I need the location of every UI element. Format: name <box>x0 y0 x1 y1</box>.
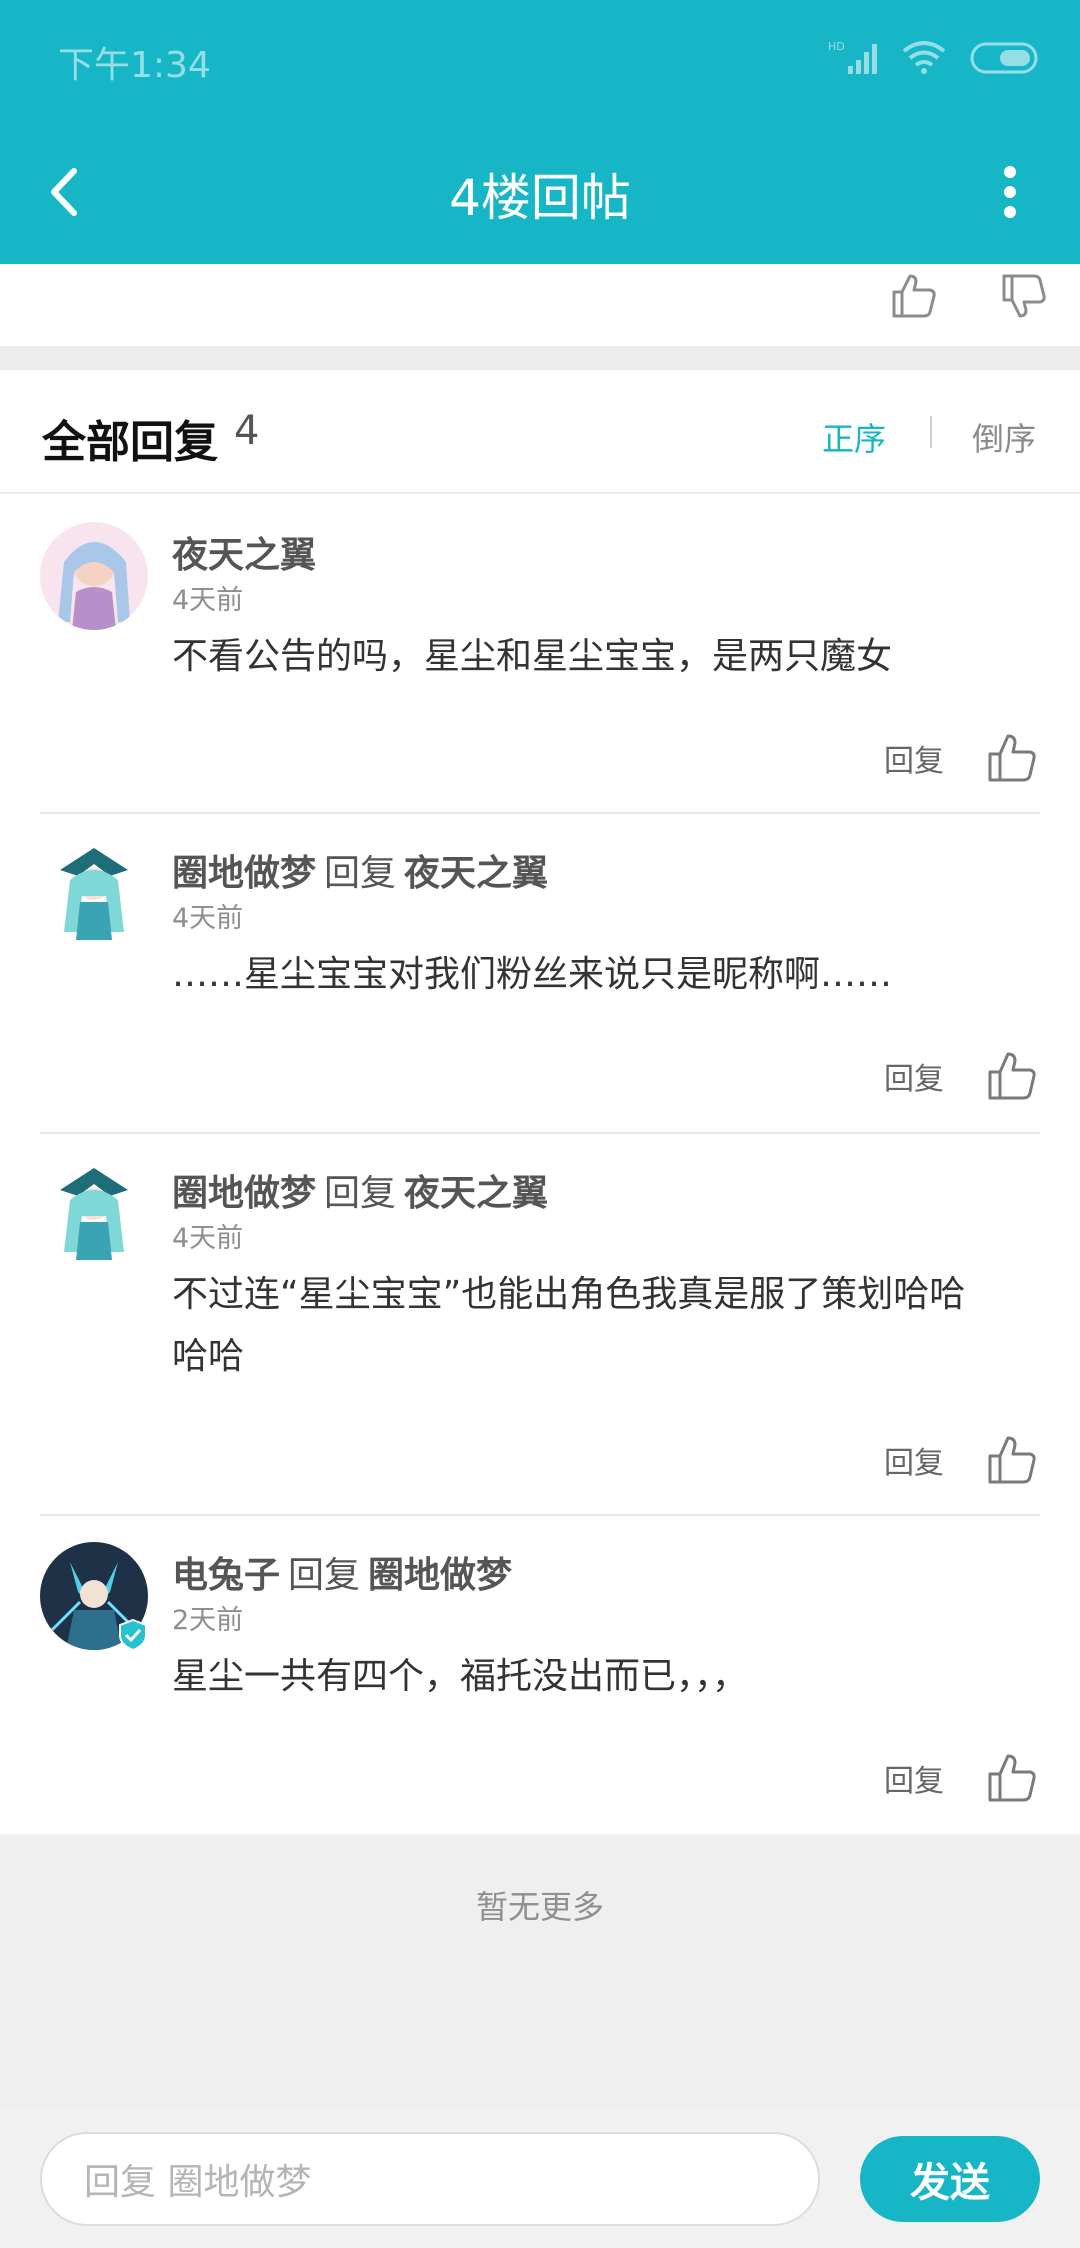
reply-item: 圈地做梦 回复 夜天之翼 4天前 不过连“星尘宝宝”也能出角色我真是服了策划哈哈 哈… <box>0 1134 1080 1516</box>
reply-author-line: 电兔子 回复 圈地做梦 <box>172 1546 512 1598</box>
reply-content-line: 哈哈 <box>172 1336 245 1377</box>
reply-button[interactable]: 回复 <box>884 1054 944 1098</box>
wifi-icon <box>902 41 946 74</box>
reply-button[interactable]: 回复 <box>884 1756 944 1800</box>
avatar[interactable] <box>40 522 148 630</box>
reply-content: 不过连“星尘宝宝”也能出角色我真是服了策划哈哈 哈哈 <box>172 1264 1032 1388</box>
avatar[interactable] <box>40 1160 148 1268</box>
reply-time: 4天前 <box>172 903 244 934</box>
thumbs-up-icon[interactable] <box>984 1750 1040 1806</box>
avatar-image <box>40 522 148 630</box>
thumbs-down-icon[interactable] <box>998 270 1050 322</box>
sort-descending-button[interactable]: 倒序 <box>972 414 1036 460</box>
no-more-text: 暂无更多 <box>475 1888 604 1926</box>
reply-content-line: 不过连“星尘宝宝”也能出角色我真是服了策划哈哈 <box>172 1274 966 1315</box>
floor-reaction-bar <box>0 264 1080 346</box>
replies-header: 全部回复 4 正序 倒序 <box>0 370 1080 494</box>
reply-content-line: 星尘一共有四个，福托没出而已，，， <box>172 1656 749 1697</box>
reply-author-line: 夜天之翼 <box>172 526 316 578</box>
reply-author-line: 圈地做梦 回复 夜天之翼 <box>172 844 548 896</box>
reply-content: 不看公告的吗，星尘和星尘宝宝，是两只魔女 <box>172 626 1032 688</box>
screen: 下午1:34 HD 4楼回帖 全部回复 4 正序 倒序 夜天之翼 4天前 不看公… <box>0 0 1080 2248</box>
reply-word: 回复 <box>288 1555 361 1596</box>
author-name[interactable]: 夜天之翼 <box>172 535 316 576</box>
author-name[interactable]: 电兔子 <box>172 1555 280 1596</box>
reply-item: 电兔子 回复 圈地做梦 2天前 星尘一共有四个，福托没出而已，，， 回复 <box>0 1516 1080 1834</box>
thumbs-up-icon[interactable] <box>984 1432 1040 1488</box>
reply-content: ……星尘宝宝对我们粉丝来说只是昵称啊…… <box>172 944 1032 1006</box>
avatar-image <box>40 840 148 948</box>
reply-item: 夜天之翼 4天前 不看公告的吗，星尘和星尘宝宝，是两只魔女 回复 <box>0 496 1080 814</box>
verified-badge-icon <box>119 1618 147 1652</box>
signal-icon: HD <box>828 40 877 74</box>
status-bar: 下午1:34 HD <box>0 0 1080 120</box>
no-more-section: 暂无更多 <box>0 1834 1080 2110</box>
battery-icon <box>970 42 1038 74</box>
section-gap <box>0 346 1080 370</box>
reply-author-line: 圈地做梦 回复 夜天之翼 <box>172 1164 548 1216</box>
hd-label: HD <box>828 40 845 53</box>
more-options-button[interactable] <box>980 156 1040 228</box>
reply-target-name[interactable]: 夜天之翼 <box>404 853 548 894</box>
thumbs-up-icon[interactable] <box>984 1048 1040 1104</box>
reply-button[interactable]: 回复 <box>884 736 944 780</box>
reply-time: 2天前 <box>172 1605 244 1636</box>
sort-ascending-button[interactable]: 正序 <box>822 414 886 460</box>
reply-word: 回复 <box>324 853 397 894</box>
thumbs-up-icon[interactable] <box>984 730 1040 786</box>
status-icons: HD <box>828 38 1040 78</box>
send-button[interactable]: 发送 <box>860 2136 1040 2222</box>
thumbs-up-icon[interactable] <box>888 270 940 322</box>
replies-title: 全部回复 <box>42 417 218 468</box>
more-vertical-icon <box>1004 166 1016 218</box>
author-name[interactable]: 圈地做梦 <box>172 853 316 894</box>
title-bar: 4楼回帖 <box>0 120 1080 264</box>
reply-input[interactable]: 回复 圈地做梦 <box>40 2132 820 2226</box>
reply-word: 回复 <box>324 1173 397 1214</box>
avatar[interactable] <box>40 840 148 948</box>
reply-button[interactable]: 回复 <box>884 1438 944 1482</box>
app-header: 下午1:34 HD 4楼回帖 <box>0 0 1080 264</box>
reply-time: 4天前 <box>172 585 244 616</box>
reply-target-name[interactable]: 夜天之翼 <box>404 1173 548 1214</box>
page-title: 4楼回帖 <box>449 169 631 227</box>
reply-content-line: 不看公告的吗，星尘和星尘宝宝，是两只魔女 <box>172 636 893 677</box>
reply-target-name[interactable]: 圈地做梦 <box>368 1555 512 1596</box>
avatar-image <box>40 1160 148 1268</box>
reply-item: 圈地做梦 回复 夜天之翼 4天前 ……星尘宝宝对我们粉丝来说只是昵称啊…… 回复 <box>0 814 1080 1134</box>
replies-count: 4 <box>234 408 260 454</box>
sort-divider <box>930 416 932 448</box>
reply-content-line: ……星尘宝宝对我们粉丝来说只是昵称啊…… <box>172 954 893 995</box>
reply-time: 4天前 <box>172 1223 244 1254</box>
reply-input-bar: 回复 圈地做梦 发送 <box>0 2110 1080 2248</box>
author-name[interactable]: 圈地做梦 <box>172 1173 316 1214</box>
reply-content: 星尘一共有四个，福托没出而已，，， <box>172 1646 1032 1708</box>
status-time: 下午1:34 <box>58 45 211 86</box>
